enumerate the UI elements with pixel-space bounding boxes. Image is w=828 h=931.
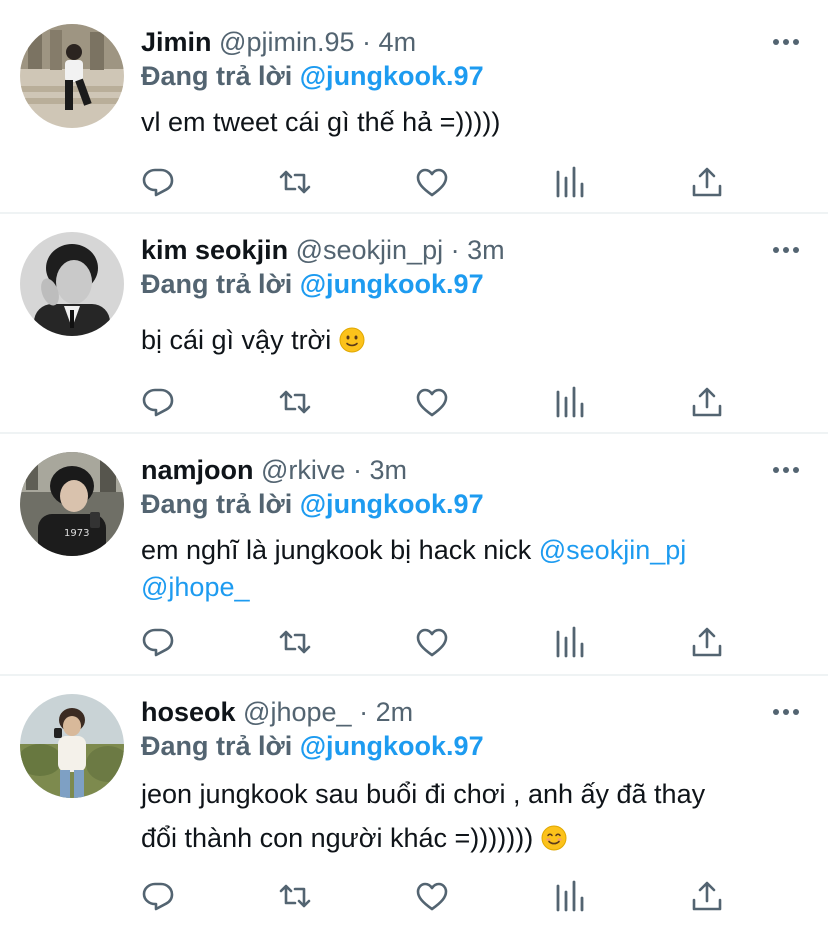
timestamp[interactable]: 4m bbox=[379, 27, 417, 57]
tweet-text-line: bị cái gì vậy trời bbox=[141, 325, 332, 355]
tweet[interactable]: 1973 namjoon @rkive · 3m Đang trả lời @j… bbox=[0, 450, 828, 672]
retweet-icon[interactable] bbox=[277, 878, 313, 914]
tweet[interactable]: Jimin @pjimin.95 · 4m Đang trả lời @jung… bbox=[0, 22, 828, 212]
like-icon[interactable] bbox=[414, 878, 450, 914]
smiling-face-icon bbox=[541, 825, 567, 851]
tweet-text-line: đổi thành con người khác =))))))) bbox=[141, 823, 534, 853]
svg-text:1973: 1973 bbox=[64, 528, 89, 539]
like-icon[interactable] bbox=[414, 164, 450, 200]
separator: · bbox=[359, 697, 369, 727]
reply-context: Đang trả lời @jungkook.97 bbox=[141, 726, 484, 766]
tweet-text: vl em tweet cái gì thế hả =))))) bbox=[141, 104, 801, 141]
reply-mention-link[interactable]: @jungkook.97 bbox=[300, 61, 484, 91]
analytics-icon[interactable] bbox=[552, 878, 588, 914]
slightly-smiling-face-icon bbox=[339, 327, 365, 353]
tweet[interactable]: kim seokjin @seokjin_pj · 3m Đang trả lờ… bbox=[0, 230, 828, 432]
separator: · bbox=[362, 27, 372, 57]
display-name[interactable]: hoseok bbox=[141, 697, 236, 727]
divider bbox=[0, 212, 828, 214]
analytics-icon[interactable] bbox=[552, 164, 588, 200]
like-icon[interactable] bbox=[414, 624, 450, 660]
share-icon[interactable] bbox=[689, 878, 725, 914]
more-options-icon[interactable] bbox=[772, 465, 800, 475]
tweet-text: bị cái gì vậy trời bbox=[141, 322, 801, 359]
handle[interactable]: @jhope_ bbox=[243, 697, 352, 727]
display-name[interactable]: Jimin bbox=[141, 27, 212, 57]
divider bbox=[0, 674, 828, 676]
reply-icon[interactable] bbox=[140, 878, 176, 914]
reply-mention-link[interactable]: @jungkook.97 bbox=[300, 269, 484, 299]
mention-link[interactable]: @jhope_ bbox=[141, 572, 250, 602]
retweet-icon[interactable] bbox=[277, 384, 313, 420]
avatar[interactable]: 1973 bbox=[20, 452, 124, 556]
display-name[interactable]: namjoon bbox=[141, 455, 254, 485]
more-options-icon[interactable] bbox=[772, 707, 800, 717]
tweet-text-line: vl em tweet cái gì thế hả =))))) bbox=[141, 107, 501, 137]
reply-mention-link[interactable]: @jungkook.97 bbox=[300, 731, 484, 761]
handle[interactable]: @seokjin_pj bbox=[296, 235, 444, 265]
reply-icon[interactable] bbox=[140, 624, 176, 660]
tweet-actions bbox=[0, 878, 828, 918]
timestamp[interactable]: 2m bbox=[376, 697, 414, 727]
tweet-text: em nghĩ là jungkook bị hack nick @seokji… bbox=[141, 532, 801, 606]
like-icon[interactable] bbox=[414, 384, 450, 420]
tweet[interactable]: hoseok @jhope_ · 2m Đang trả lời @jungko… bbox=[0, 692, 828, 931]
timestamp[interactable]: 3m bbox=[467, 235, 505, 265]
more-options-icon[interactable] bbox=[772, 37, 800, 47]
retweet-icon[interactable] bbox=[277, 624, 313, 660]
reply-label: Đang trả lời bbox=[141, 269, 293, 299]
share-icon[interactable] bbox=[689, 164, 725, 200]
avatar[interactable] bbox=[20, 694, 124, 798]
reply-context: Đang trả lời @jungkook.97 bbox=[141, 264, 484, 304]
avatar[interactable] bbox=[20, 232, 124, 336]
timestamp[interactable]: 3m bbox=[369, 455, 407, 485]
display-name[interactable]: kim seokjin bbox=[141, 235, 288, 265]
retweet-icon[interactable] bbox=[277, 164, 313, 200]
separator: · bbox=[352, 455, 362, 485]
reply-mention-link[interactable]: @jungkook.97 bbox=[300, 489, 484, 519]
mention-link[interactable]: @seokjin_pj bbox=[539, 535, 687, 565]
handle[interactable]: @pjimin.95 bbox=[219, 27, 354, 57]
analytics-icon[interactable] bbox=[552, 624, 588, 660]
analytics-icon[interactable] bbox=[552, 384, 588, 420]
divider bbox=[0, 432, 828, 434]
reply-label: Đang trả lời bbox=[141, 61, 293, 91]
reply-context: Đang trả lời @jungkook.97 bbox=[141, 56, 484, 96]
more-options-icon[interactable] bbox=[772, 245, 800, 255]
share-icon[interactable] bbox=[689, 624, 725, 660]
reply-icon[interactable] bbox=[140, 384, 176, 420]
reply-icon[interactable] bbox=[140, 164, 176, 200]
reply-label: Đang trả lời bbox=[141, 731, 293, 761]
tweet-text-line: jeon jungkook sau buổi đi chơi , anh ấy … bbox=[141, 779, 706, 809]
separator: · bbox=[450, 235, 460, 265]
tweet-text-line: em nghĩ là jungkook bị hack nick bbox=[141, 535, 532, 565]
tweet-actions bbox=[0, 624, 828, 664]
handle[interactable]: @rkive bbox=[261, 455, 345, 485]
tweet-text: jeon jungkook sau buổi đi chơi , anh ấy … bbox=[141, 772, 801, 860]
tweet-actions bbox=[0, 384, 828, 424]
reply-label: Đang trả lời bbox=[141, 489, 293, 519]
reply-context: Đang trả lời @jungkook.97 bbox=[141, 484, 484, 524]
avatar[interactable] bbox=[20, 24, 124, 128]
tweet-actions bbox=[0, 164, 828, 204]
share-icon[interactable] bbox=[689, 384, 725, 420]
